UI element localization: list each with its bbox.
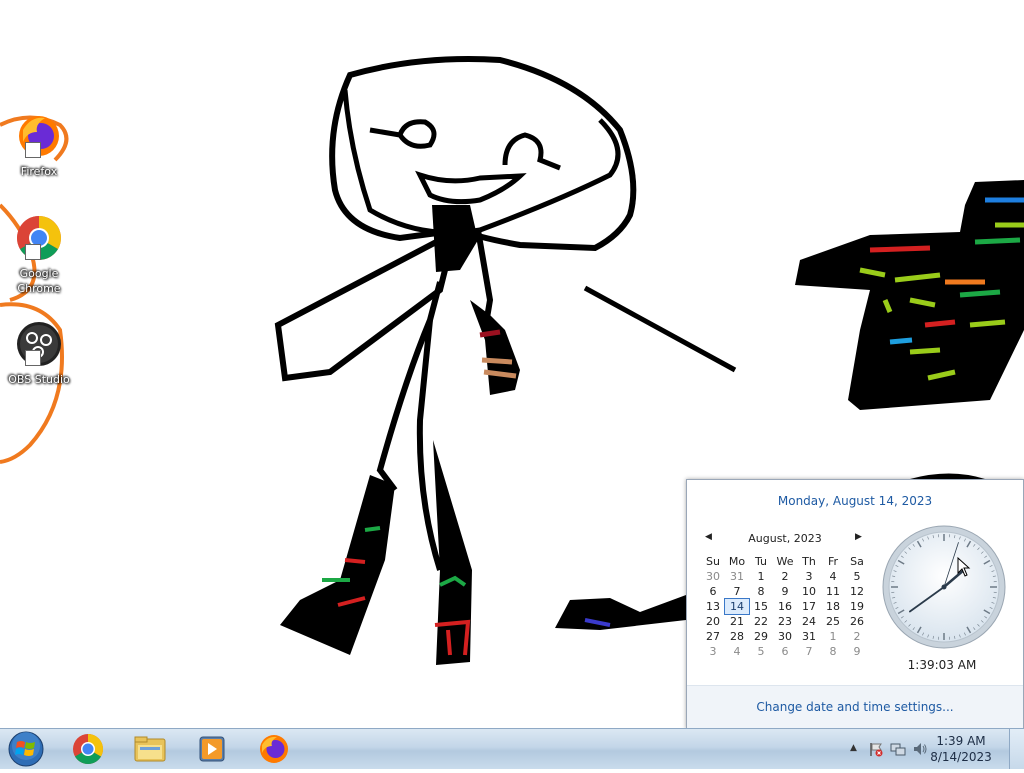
calendar-day[interactable]: 12 xyxy=(845,584,869,599)
calendar-day[interactable]: 1 xyxy=(749,569,773,584)
calendar-next-month-button[interactable]: ▶ xyxy=(855,532,865,542)
taskbar: ▲ 1:39 AM 8/14/2023 xyxy=(0,728,1024,769)
calendar-grid: Su Mo Tu We Th Fr Sa 3031123456789101112… xyxy=(701,554,869,659)
shortcut-arrow-icon xyxy=(25,142,41,158)
shortcut-arrow-icon xyxy=(25,350,41,366)
calendar-day[interactable]: 7 xyxy=(725,584,749,599)
calendar-day[interactable]: 3 xyxy=(797,569,821,584)
taskbar-clock[interactable]: 1:39 AM 8/14/2023 xyxy=(926,733,996,765)
desktop-icon-firefox[interactable]: Firefox xyxy=(4,112,74,179)
calendar-day[interactable]: 20 xyxy=(701,614,725,629)
weekday-label: Su xyxy=(701,554,725,569)
calendar-day[interactable]: 30 xyxy=(701,569,725,584)
calendar-day[interactable]: 1 xyxy=(821,629,845,644)
calendar-day[interactable]: 5 xyxy=(845,569,869,584)
calendar-day[interactable]: 19 xyxy=(845,599,869,614)
change-date-time-settings-link[interactable]: Change date and time settings... xyxy=(687,700,1023,714)
calendar-week-row: 6789101112 xyxy=(701,584,869,599)
calendar-day[interactable]: 14 xyxy=(725,599,749,614)
calendar-day[interactable]: 4 xyxy=(821,569,845,584)
calendar-day[interactable]: 30 xyxy=(773,629,797,644)
calendar-day[interactable]: 8 xyxy=(749,584,773,599)
taskbar-file-explorer-button[interactable] xyxy=(122,731,178,767)
calendar-day[interactable]: 29 xyxy=(749,629,773,644)
calendar-day[interactable]: 4 xyxy=(725,644,749,659)
taskbar-firefox-button[interactable] xyxy=(246,731,302,767)
calendar-weekday-row: Su Mo Tu We Th Fr Sa xyxy=(701,554,869,569)
date-time-flyout: Monday, August 14, 2023 ◀ August, 2023 ▶… xyxy=(686,479,1024,729)
flyout-long-date[interactable]: Monday, August 14, 2023 xyxy=(687,494,1023,508)
clock-digital-time: 1:39:03 AM xyxy=(901,658,983,672)
calendar-day[interactable]: 24 xyxy=(797,614,821,629)
calendar-day[interactable]: 13 xyxy=(701,599,725,614)
calendar-day[interactable]: 26 xyxy=(845,614,869,629)
taskbar-time: 1:39 AM xyxy=(926,733,996,749)
weekday-label: Mo xyxy=(725,554,749,569)
network-icon[interactable] xyxy=(890,741,906,761)
action-center-flag-icon[interactable] xyxy=(868,741,884,761)
windows-logo-icon xyxy=(4,729,48,769)
calendar-day[interactable]: 22 xyxy=(749,614,773,629)
desktop-icon-label: OBS Studio xyxy=(4,372,74,387)
calendar-day[interactable]: 17 xyxy=(797,599,821,614)
start-button[interactable] xyxy=(4,729,48,769)
calendar-day[interactable]: 6 xyxy=(773,644,797,659)
show-hidden-icons-button[interactable]: ▲ xyxy=(850,743,857,753)
flyout-footer: Change date and time settings... xyxy=(687,685,1023,728)
desktop-icon-obs-studio[interactable]: OBS Studio xyxy=(4,320,74,387)
chrome-icon xyxy=(15,214,63,262)
system-tray: ▲ 1:39 AM 8/14/2023 xyxy=(834,729,1024,769)
calendar-day[interactable]: 18 xyxy=(821,599,845,614)
weekday-label: Th xyxy=(797,554,821,569)
calendar-day[interactable]: 10 xyxy=(797,584,821,599)
calendar-day[interactable]: 27 xyxy=(701,629,725,644)
calendar-day[interactable]: 31 xyxy=(725,569,749,584)
calendar-day[interactable]: 5 xyxy=(749,644,773,659)
weekday-label: Tu xyxy=(749,554,773,569)
firefox-icon xyxy=(15,112,63,160)
calendar-day[interactable]: 8 xyxy=(821,644,845,659)
calendar-day[interactable]: 2 xyxy=(773,569,797,584)
show-desktop-button[interactable] xyxy=(1009,729,1024,769)
calendar-day[interactable]: 2 xyxy=(845,629,869,644)
calendar-day[interactable]: 11 xyxy=(821,584,845,599)
calendar-day[interactable]: 7 xyxy=(797,644,821,659)
chrome-icon xyxy=(60,731,116,767)
calendar-header: ◀ August, 2023 ▶ xyxy=(705,532,865,548)
calendar-day[interactable]: 16 xyxy=(773,599,797,614)
mouse-cursor-icon xyxy=(957,557,971,577)
calendar-day[interactable]: 25 xyxy=(821,614,845,629)
calendar-week-row: 20212223242526 xyxy=(701,614,869,629)
taskbar-chrome-button[interactable] xyxy=(60,731,116,767)
obs-studio-icon xyxy=(15,320,63,368)
analog-clock xyxy=(881,524,1007,650)
calendar-day[interactable]: 31 xyxy=(797,629,821,644)
calendar-day[interactable]: 23 xyxy=(773,614,797,629)
calendar-month-label[interactable]: August, 2023 xyxy=(705,532,865,545)
calendar-day[interactable]: 9 xyxy=(773,584,797,599)
weekday-label: We xyxy=(773,554,797,569)
taskbar-date: 8/14/2023 xyxy=(926,749,996,765)
calendar-week-row: 272829303112 xyxy=(701,629,869,644)
calendar-day[interactable]: 9 xyxy=(845,644,869,659)
media-player-icon xyxy=(184,731,240,767)
desktop-icon-google-chrome[interactable]: Google Chrome xyxy=(4,214,74,296)
calendar-day[interactable]: 21 xyxy=(725,614,749,629)
weekday-label: Sa xyxy=(845,554,869,569)
shortcut-arrow-icon xyxy=(25,244,41,260)
calendar-day[interactable]: 6 xyxy=(701,584,725,599)
calendar-week-row: 13141516171819 xyxy=(701,599,869,614)
calendar-week-row: 3456789 xyxy=(701,644,869,659)
weekday-label: Fr xyxy=(821,554,845,569)
desktop-icon-label: Firefox xyxy=(4,164,74,179)
calendar-week-row: 303112345 xyxy=(701,569,869,584)
taskbar-media-player-button[interactable] xyxy=(184,731,240,767)
file-explorer-icon xyxy=(122,731,178,767)
calendar-day[interactable]: 28 xyxy=(725,629,749,644)
calendar-day[interactable]: 3 xyxy=(701,644,725,659)
firefox-icon xyxy=(246,731,302,767)
desktop-icon-label: Google Chrome xyxy=(4,266,74,296)
calendar-day[interactable]: 15 xyxy=(749,599,773,614)
